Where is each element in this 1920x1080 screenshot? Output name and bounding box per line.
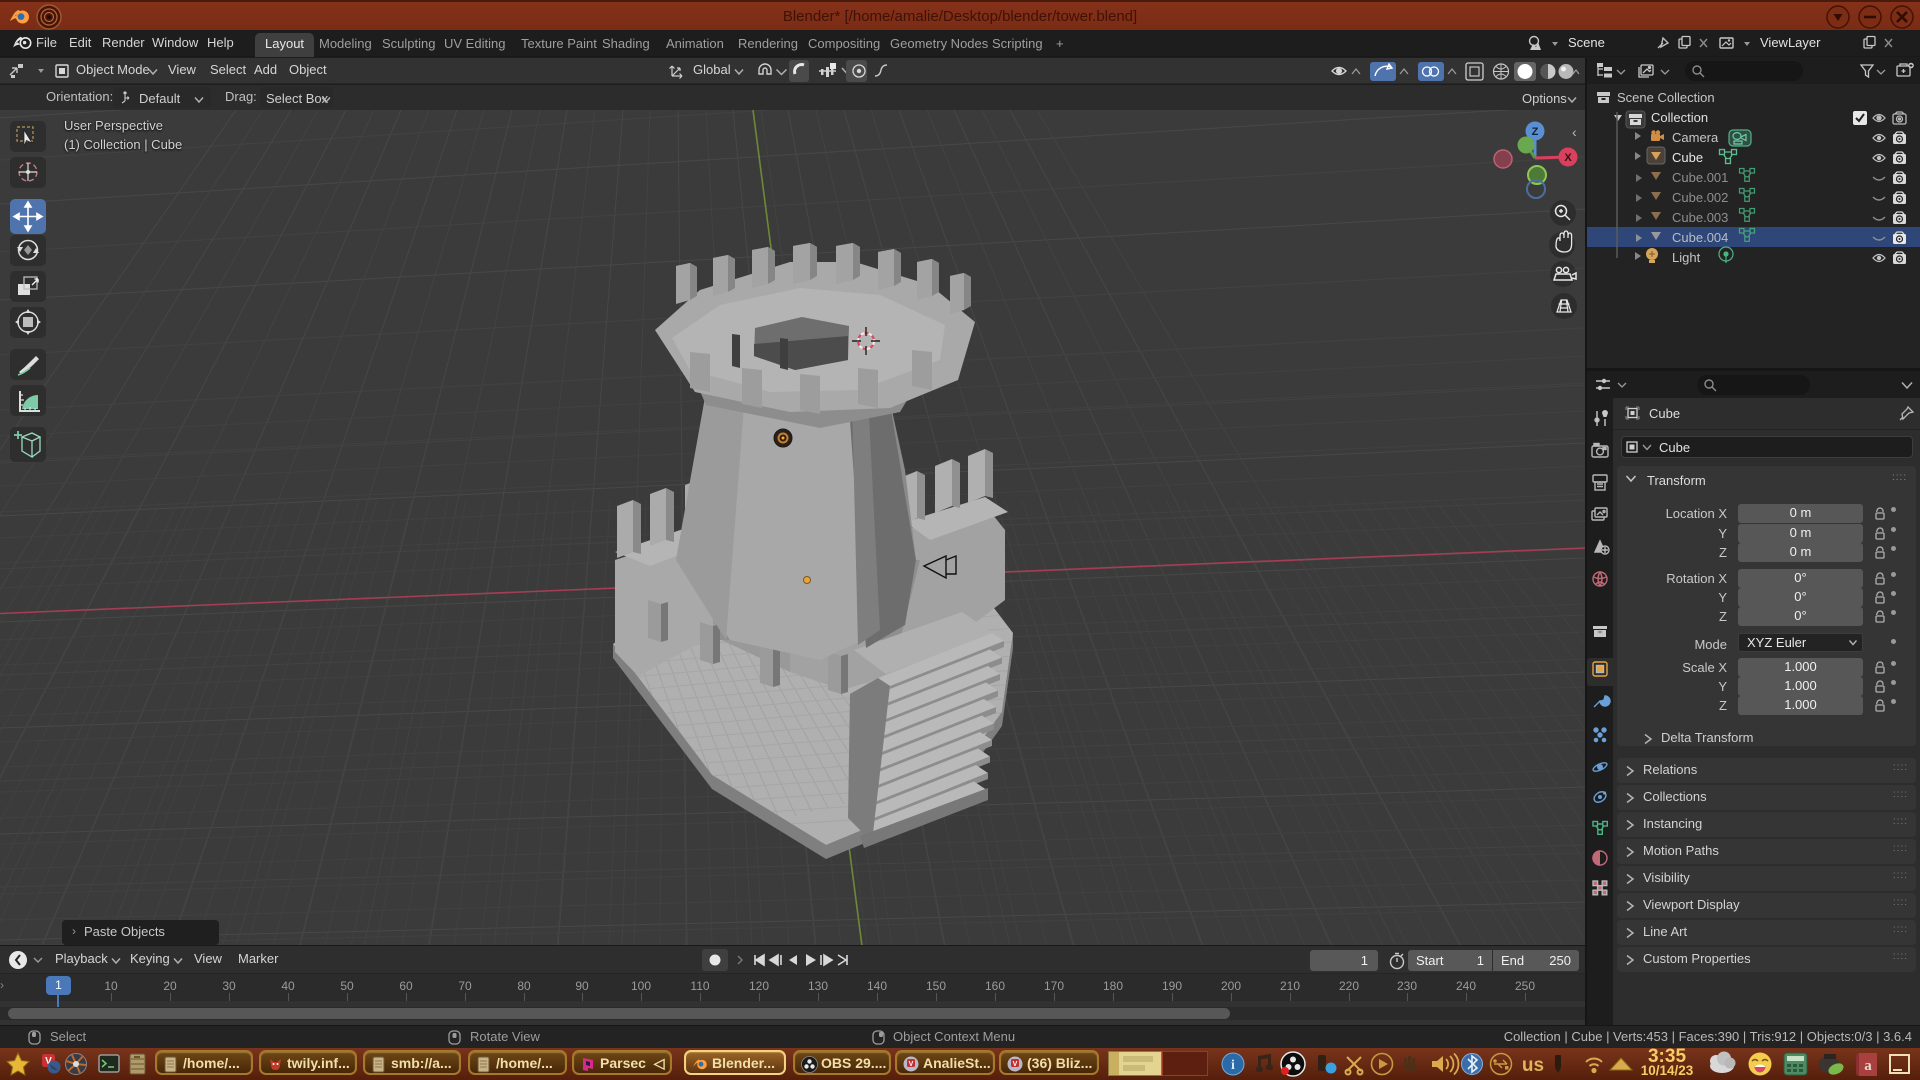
svg-text:us: us xyxy=(1522,1055,1544,1076)
svg-text:X: X xyxy=(1564,152,1572,164)
svg-text:V: V xyxy=(909,1061,914,1068)
svg-text:V: V xyxy=(1013,1061,1018,1068)
svg-text:Z: Z xyxy=(1532,126,1539,138)
svg-text:a: a xyxy=(1864,1058,1872,1074)
svg-text:i: i xyxy=(1231,1058,1235,1073)
